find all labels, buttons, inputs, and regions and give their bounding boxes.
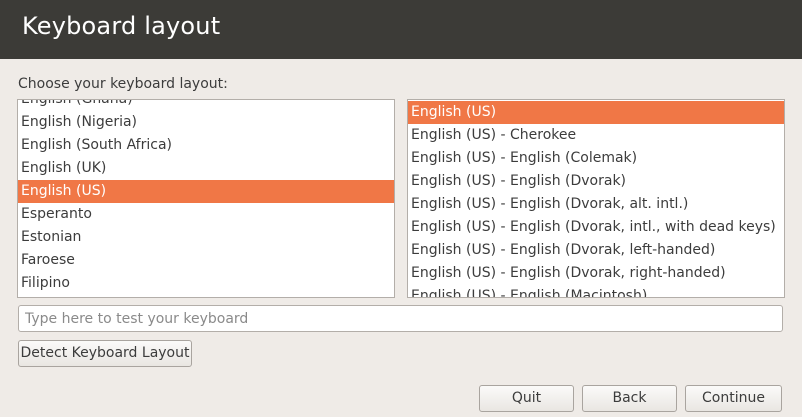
page-title: Keyboard layout [22,12,221,40]
layout-list-item[interactable]: English (Ghana) [18,100,394,111]
keyboard-variant-list[interactable]: English (US) English (US) - Cherokee Engli… [407,99,785,298]
variant-list-item[interactable]: English (US) - English (Dvorak, right-ha… [408,262,784,285]
variant-list-item[interactable]: English (US) - Cherokee [408,124,784,147]
keyboard-test-input[interactable] [18,305,783,332]
variant-list-item[interactable]: English (US) - English (Dvorak, left-han… [408,239,784,262]
keyboard-layout-list[interactable]: English (Ghana) English (Nigeria) English … [17,99,395,298]
layout-prompt: Choose your keyboard layout: [18,76,228,92]
keyboard-layout-list-items: English (Ghana) English (Nigeria) English … [18,100,394,295]
layout-list-item[interactable]: English (UK) [18,157,394,180]
layout-list-item[interactable]: Filipino [18,272,394,295]
variant-list-item[interactable]: English (US) - English (Colemak) [408,147,784,170]
layout-list-item[interactable]: Faroese [18,249,394,272]
variant-list-item[interactable]: English (US) [408,101,784,124]
variant-list-item[interactable]: English (US) - English (Dvorak, alt. int… [408,193,784,216]
layout-list-item[interactable]: English (US) [18,180,394,203]
layout-list-item[interactable]: Estonian [18,226,394,249]
variant-list-item[interactable]: English (US) - English (Macintosh) [408,285,784,297]
window-header: Keyboard layout [0,0,802,59]
layout-list-item[interactable]: Esperanto [18,203,394,226]
variant-list-item[interactable]: English (US) - English (Dvorak, intl., w… [408,216,784,239]
detect-keyboard-layout-button[interactable]: Detect Keyboard Layout [18,340,192,367]
variant-list-item[interactable]: English (US) - English (Dvorak) [408,170,784,193]
keyboard-variant-list-items: English (US) English (US) - Cherokee Engli… [408,101,784,297]
quit-button[interactable]: Quit [479,385,574,412]
back-button[interactable]: Back [582,385,677,412]
continue-button[interactable]: Continue [685,385,782,412]
layout-list-item[interactable]: English (Nigeria) [18,111,394,134]
layout-list-item[interactable]: English (South Africa) [18,134,394,157]
